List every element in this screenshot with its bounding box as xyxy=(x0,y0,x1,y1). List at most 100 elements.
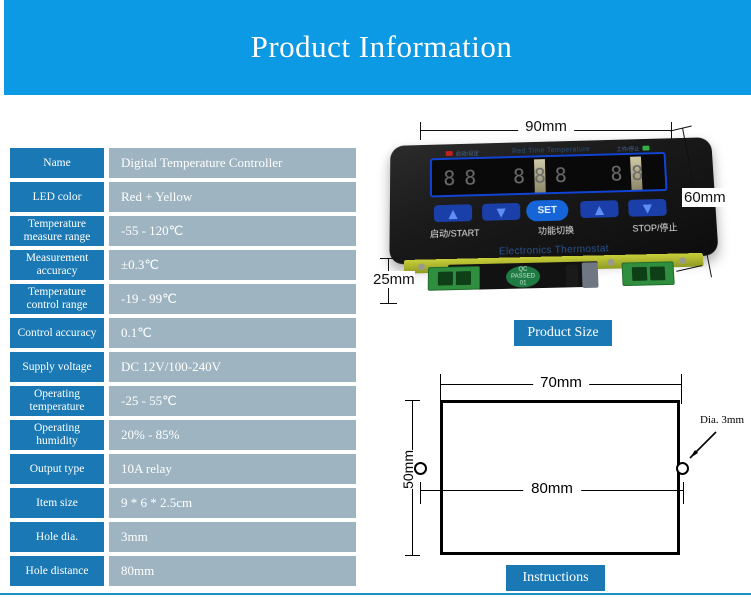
dimension-tick-left xyxy=(420,482,421,504)
seven-segment-digit: 8 xyxy=(551,163,570,188)
spec-label: Supply voltage xyxy=(10,352,104,382)
dimension-label-60mm: 60mm xyxy=(682,188,728,207)
seven-segment-digit: 8 xyxy=(461,166,479,191)
dimension-tick-bottom xyxy=(676,265,702,272)
spec-label: Operating temperature xyxy=(10,386,104,416)
spec-label: Measurement accuracy xyxy=(10,250,104,280)
chevron-down-icon[interactable]: ▼ xyxy=(628,199,667,217)
table-row: Supply voltage DC 12V/100-240V xyxy=(10,352,356,382)
spec-value: Digital Temperature Controller xyxy=(109,148,356,178)
terminal-block-left xyxy=(428,266,480,291)
pcb-capacitor xyxy=(582,262,599,288)
dimension-tick-right xyxy=(681,374,682,404)
dimension-width-90mm: 90mm xyxy=(420,120,672,140)
page-header-inner: Product Information xyxy=(12,3,751,91)
spec-value: -25 - 55℃ xyxy=(109,386,356,416)
seven-segment-digit: 8 xyxy=(627,161,646,186)
dimension-tick-right xyxy=(683,482,684,504)
spec-label: Name xyxy=(10,148,104,178)
spec-value: 0.1℃ xyxy=(109,318,356,348)
terminal-hole xyxy=(631,267,647,281)
cutout-drawing: 70mm 50mm 80mm Dia. 3mm xyxy=(380,358,751,563)
led-display-frame: 启动/设定 工作/停止 8 8 8 8 8 8 8 xyxy=(430,152,668,198)
dimension-tick-top xyxy=(670,126,692,132)
seven-segment-digit: 8 xyxy=(530,164,549,189)
dimension-tick-left xyxy=(420,122,421,140)
spec-label: Item size xyxy=(10,488,104,518)
table-row: Measurement accuracy ±0.3℃ xyxy=(10,250,356,280)
chevron-up-icon[interactable]: ▲ xyxy=(580,200,619,218)
terminal-hole xyxy=(649,266,665,280)
dimension-tick-bottom xyxy=(380,303,397,304)
device-front-panel: Red Time Temperature 启动/设定 工作/停止 8 8 8 8… xyxy=(389,137,718,264)
spec-label: Output type xyxy=(10,454,104,484)
status-led-right-label: 工作/停止 xyxy=(616,145,640,153)
spec-label: Operating humidity xyxy=(10,420,104,450)
table-row: LED color Red + Yellow xyxy=(10,182,356,212)
chevron-up-icon[interactable]: ▲ xyxy=(434,204,472,222)
dimension-cutout-width-70mm: 70mm xyxy=(440,374,682,394)
mounting-hole-left xyxy=(414,462,427,475)
product-photo-pcb: QC PASSED 01 xyxy=(404,253,705,293)
status-led-red xyxy=(446,151,453,156)
spec-value: 9 * 6 * 2.5cm xyxy=(109,488,356,518)
pcb-component-dark xyxy=(566,265,579,288)
terminal-block-right xyxy=(622,261,675,286)
seven-segment-digit: 8 xyxy=(509,164,527,189)
product-size-badge: Product Size xyxy=(514,320,612,346)
page-title: Product Information xyxy=(251,29,513,65)
table-row: Control accuracy 0.1℃ xyxy=(10,318,356,348)
status-led-left-label: 启动/设定 xyxy=(456,149,479,157)
spec-value: -19 - 99℃ xyxy=(109,284,356,314)
spec-label: Temperature measure range xyxy=(10,216,104,246)
dimension-hole-distance-80mm: 80mm xyxy=(420,480,684,500)
spec-label: Control accuracy xyxy=(10,318,104,348)
dimension-label-80mm: 80mm xyxy=(523,480,581,497)
dimension-height-60mm: 60mm xyxy=(676,128,746,278)
dimension-label-70mm: 70mm xyxy=(533,374,589,391)
table-row: Hole dia. 3mm xyxy=(10,522,356,552)
cutout-rectangle xyxy=(440,400,680,555)
spec-label: LED color xyxy=(10,182,104,212)
product-photo-thermostat: Red Time Temperature 启动/设定 工作/停止 8 8 8 8… xyxy=(389,137,718,264)
bottom-divider xyxy=(0,593,751,595)
terminal-hole xyxy=(455,271,470,285)
chevron-down-icon[interactable]: ▼ xyxy=(482,203,520,221)
dimension-tick-top xyxy=(380,258,397,259)
dimension-tick-top xyxy=(405,400,420,401)
spec-value: ±0.3℃ xyxy=(109,250,356,280)
dimension-tick-bottom xyxy=(405,555,420,556)
callout-arrow-icon xyxy=(680,428,720,468)
table-row: Temperature control range -19 - 99℃ xyxy=(10,284,356,314)
status-led-green xyxy=(642,146,649,151)
button-label-function: 功能切换 xyxy=(538,223,575,237)
spec-value: DC 12V/100-240V xyxy=(109,352,356,382)
table-row: Temperature measure range -55 - 120℃ xyxy=(10,216,356,246)
spec-value: 3mm xyxy=(109,522,356,552)
set-button[interactable]: SET xyxy=(526,200,569,222)
dimension-depth-25mm: 25mm xyxy=(374,258,418,304)
table-row: Name Digital Temperature Controller xyxy=(10,148,356,178)
display-digit-group-left: 8 8 xyxy=(440,166,479,192)
hole-diameter-callout-label: Dia. 3mm xyxy=(700,414,744,426)
spec-value: Red + Yellow xyxy=(109,182,356,212)
page-header-banner: Product Information xyxy=(4,0,751,95)
display-digit-group-right: 8 8 xyxy=(606,161,646,186)
seven-segment-digit: 8 xyxy=(606,162,625,187)
product-information-page: Product Information Name Digital Tempera… xyxy=(0,0,751,601)
spec-value: 10A relay xyxy=(109,454,356,484)
dimension-cutout-height-50mm: 50mm xyxy=(404,400,438,556)
specification-table: Name Digital Temperature Controller LED … xyxy=(10,148,356,590)
table-row: Operating humidity 20% - 85% xyxy=(10,420,356,450)
table-row: Item size 9 * 6 * 2.5cm xyxy=(10,488,356,518)
dimension-label-90mm: 90mm xyxy=(518,118,574,135)
table-row: Operating temperature -25 - 55℃ xyxy=(10,386,356,416)
table-row: Output type 10A relay xyxy=(10,454,356,484)
spec-value: 80mm xyxy=(109,556,356,586)
spec-label: Temperature control range xyxy=(10,284,104,314)
spec-value: 20% - 85% xyxy=(109,420,356,450)
spec-value: -55 - 120℃ xyxy=(109,216,356,246)
terminal-hole xyxy=(437,272,452,286)
instructions-badge: Instructions xyxy=(506,565,605,591)
dimension-label-25mm: 25mm xyxy=(373,271,415,288)
